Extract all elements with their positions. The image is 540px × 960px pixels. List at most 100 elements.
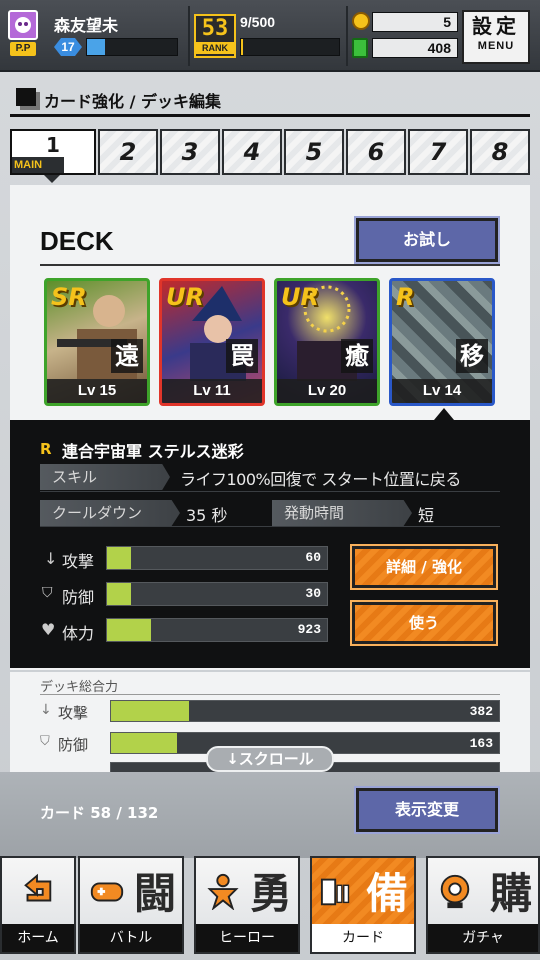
settings-button[interactable]: 設定 MENU — [462, 10, 530, 64]
hp-bar: 923 — [106, 618, 328, 642]
deck-card-4[interactable]: R 移 Lv 14 — [389, 278, 495, 406]
cooldown-label-text: クールダウン — [52, 504, 143, 522]
total-attack-bar: 382 — [110, 700, 500, 722]
detail-enhance-button[interactable]: 詳細 / 強化 — [350, 544, 498, 590]
nav-card-kanji: 備 — [365, 869, 408, 918]
skill-text: ライフ100%回復で スタート位置に戻る — [180, 470, 461, 489]
deck-tab-5[interactable]: 5 — [284, 129, 344, 175]
total-attack-value: 382 — [469, 704, 493, 719]
deck-tab-label: 4 — [243, 138, 261, 166]
try-button[interactable]: お試し — [354, 216, 500, 264]
rank-label: RANK — [196, 42, 234, 54]
player-name: 森友望未 — [54, 16, 119, 35]
header-underline — [10, 114, 530, 117]
detail-rarity: R — [40, 440, 52, 458]
skill-label: スキル — [40, 464, 170, 490]
hp-label: 体力 — [62, 624, 95, 643]
scroll-hint-label: ↓スクロール — [226, 750, 314, 768]
deck-title-underline — [40, 264, 500, 266]
use-button-label: 使う — [408, 614, 439, 632]
total-defense-label: 防御 — [58, 736, 89, 754]
nav-hero[interactable]: 勇 ヒーロー — [194, 856, 300, 954]
trigger-value: 短 — [418, 506, 435, 525]
attack-bar-fill — [107, 547, 132, 569]
nav-battle[interactable]: 闘 バトル — [78, 856, 184, 954]
scroll-hint[interactable]: ↓スクロール — [206, 746, 334, 772]
player-exp-bar — [86, 38, 178, 56]
rank-exp-bar — [240, 38, 340, 56]
hp-value: 923 — [297, 622, 321, 637]
deck-tab-label: 7 — [429, 138, 447, 166]
total-attack-label: 攻撃 — [58, 704, 89, 722]
gem-box: 408 — [372, 38, 458, 58]
deck-tab-4[interactable]: 4 — [222, 129, 282, 175]
app-screen: P.P 森友望未 17 53 RANK 9/500 5 408 設定 MENU … — [0, 0, 540, 960]
deck-tab-7[interactable]: 7 — [408, 129, 468, 175]
detail-card-name: 連合宇宙軍 ステルス迷彩 — [62, 442, 244, 461]
defense-label: 防御 — [62, 588, 95, 607]
card-footer-bar: カード 58 / 132 表示変更 — [0, 772, 540, 858]
gamepad-icon — [90, 882, 124, 902]
card-type-kanji: 癒 — [341, 339, 373, 373]
deck-tab-3[interactable]: 3 — [160, 129, 220, 175]
deck-card-1[interactable]: SR 遠 Lv 15 — [44, 278, 150, 406]
attack-icon: ↓ — [44, 549, 58, 568]
deck-tab-label: 8 — [491, 138, 509, 166]
defense-bar: 30 — [106, 582, 328, 606]
heart-icon: ♥ — [41, 620, 56, 639]
pp-badge: P.P — [10, 42, 36, 56]
deck-card-2[interactable]: UR 罠 Lv 11 — [159, 278, 265, 406]
coin-icon — [352, 12, 370, 30]
avatar[interactable] — [8, 10, 38, 40]
rank-badge: 53 RANK — [194, 14, 236, 58]
deck-card-3[interactable]: UR 癒 Lv 20 — [274, 278, 380, 406]
nav-gacha[interactable]: 購 ガチャ — [426, 856, 540, 954]
nav-card[interactable]: 備 カード — [310, 856, 416, 954]
detail-enhance-label: 詳細 / 強化 — [386, 558, 462, 576]
total-defense-icon: ⛉ — [40, 734, 50, 749]
card-type-kanji: 遠 — [111, 339, 143, 373]
display-change-button[interactable]: 表示変更 — [354, 786, 500, 834]
nav-hero-kanji: 勇 — [249, 869, 292, 918]
defense-value: 30 — [305, 586, 321, 601]
card-type-kanji: 移 — [456, 339, 488, 373]
card-level: Lv 20 — [277, 379, 377, 403]
cooldown-label: クールダウン — [40, 500, 180, 526]
gem-icon — [352, 38, 368, 58]
card-level: Lv 14 — [392, 379, 492, 403]
nav-battle-label: バトル — [80, 924, 182, 952]
header-icon — [16, 88, 36, 106]
deck-tab-label: 2 — [119, 138, 137, 166]
defense-bar-fill — [107, 583, 132, 605]
rank-value: 53 — [201, 16, 229, 41]
trigger-label-text: 発動時間 — [284, 504, 345, 522]
deck-tab-1[interactable]: 1 MAIN — [10, 129, 96, 175]
card-level: Lv 15 — [47, 379, 147, 403]
card-rarity: SR — [51, 283, 87, 311]
deck-tab-label: 6 — [367, 138, 385, 166]
card-detail-panel: R 連合宇宙軍 ステルス迷彩 スキル ライフ100%回復で スタート位置に戻る … — [10, 420, 530, 668]
back-arrow-icon — [24, 873, 52, 902]
card-level: Lv 11 — [162, 379, 262, 403]
deck-tab-6[interactable]: 6 — [346, 129, 406, 175]
total-defense-fill — [111, 733, 177, 753]
deck-title: DECK — [40, 226, 114, 256]
nav-battle-kanji: 闘 — [133, 869, 176, 918]
cooldown-value: 35 秒 — [186, 506, 228, 525]
coin-box: 5 — [372, 12, 458, 32]
use-button[interactable]: 使う — [350, 600, 498, 646]
nav-home[interactable]: ホーム — [0, 856, 76, 954]
status-bar: P.P 森友望未 17 53 RANK 9/500 5 408 設定 MENU — [0, 0, 540, 72]
total-attack-fill — [111, 701, 189, 721]
card-rarity: UR — [166, 283, 204, 311]
total-attack-icon: ↓ — [40, 702, 52, 718]
deck-tab-8[interactable]: 8 — [470, 129, 530, 175]
hero-icon — [207, 873, 239, 910]
rank-exp: 9/500 — [240, 14, 276, 30]
cards-icon — [320, 878, 350, 906]
deck-tab-2[interactable]: 2 — [98, 129, 158, 175]
card-select-pointer — [434, 408, 454, 420]
gem-count: 408 — [427, 40, 451, 56]
card-count: カード 58 / 132 — [40, 804, 159, 822]
card-type-kanji: 罠 — [226, 339, 258, 373]
